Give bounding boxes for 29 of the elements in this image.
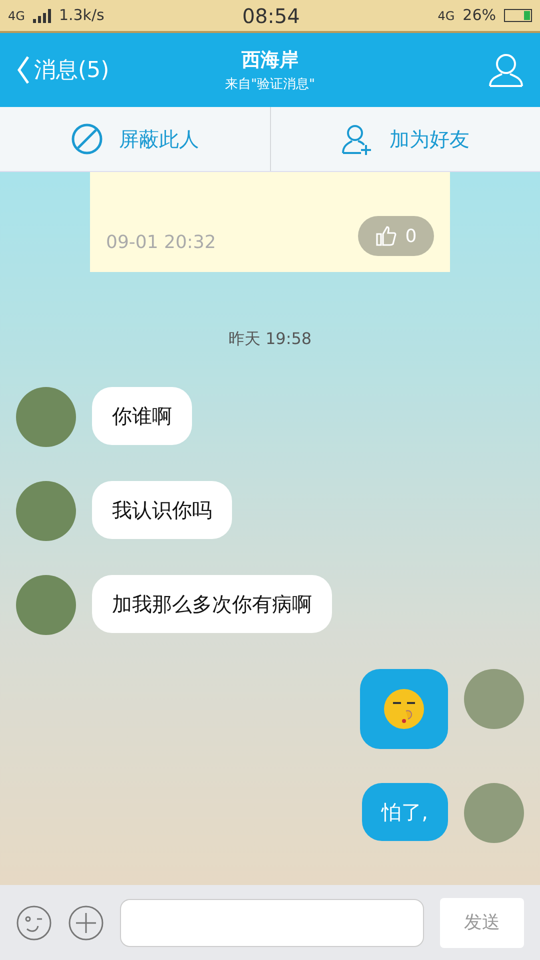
note-date: 09-01 20:32 (106, 231, 216, 255)
battery-label: 26% (462, 5, 496, 26)
action-button[interactable]: 屏蔽此人 (0, 107, 270, 171)
emoji-icon[interactable] (16, 904, 52, 940)
add-person-icon (341, 123, 374, 155)
chat-title: 西海岸 (242, 48, 298, 73)
network-label: 4G (8, 8, 25, 24)
signal-icon (32, 8, 51, 22)
profile-icon[interactable] (488, 52, 524, 88)
thumbs-up-icon (375, 225, 398, 247)
send-button[interactable]: 发送 (440, 898, 524, 948)
emoji-face-icon (382, 687, 426, 731)
like-button[interactable]: 0 (358, 216, 434, 256)
action-button[interactable]: 加为好友 (270, 107, 540, 171)
back-button[interactable]: 消息(5) (16, 54, 166, 86)
chat-subtitle: 来自"验证消息" (225, 76, 315, 94)
plus-icon[interactable] (68, 904, 104, 940)
back-icon (16, 55, 30, 85)
battery-icon (504, 9, 532, 22)
message-bubble: 加我那么多次你有病啊 (92, 575, 332, 633)
message-input[interactable] (120, 898, 424, 946)
message-bubble: 你谁啊 (92, 387, 192, 445)
clock-label: 08:54 (242, 2, 300, 30)
message-bubble: 我认识你吗 (92, 481, 232, 539)
timestamp: 昨天 19:58 (228, 328, 312, 350)
block-icon (70, 123, 103, 155)
message-bubble: 怕了, (362, 783, 448, 841)
speed-label: 1.3k/s (58, 5, 104, 26)
network-label: 4G (438, 8, 455, 24)
